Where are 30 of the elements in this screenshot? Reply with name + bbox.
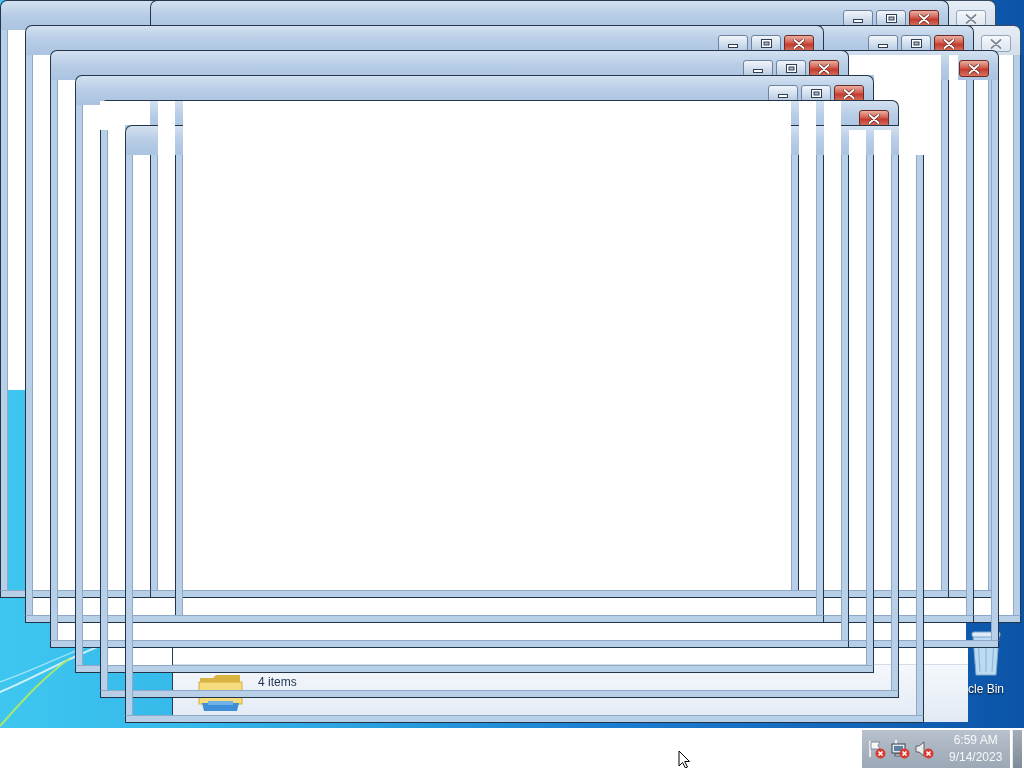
flag-with-error-icon[interactable] [866, 739, 886, 759]
close-icon [990, 38, 1002, 49]
minimize-icon [853, 19, 863, 23]
close-button[interactable] [959, 60, 989, 77]
item-count: 4 items [258, 675, 297, 689]
close-icon [965, 13, 977, 24]
close-icon [868, 113, 880, 124]
blank-window-area [158, 101, 175, 155]
close-icon [968, 63, 980, 74]
minimize-icon [778, 94, 788, 98]
maximize-icon [885, 14, 897, 23]
close-button[interactable] [956, 10, 986, 27]
close-icon [793, 38, 805, 49]
close-button[interactable] [981, 35, 1011, 52]
minimize-icon [728, 44, 738, 48]
minimize-icon [878, 44, 888, 48]
close-icon [943, 38, 955, 49]
maximize-icon [910, 39, 922, 48]
close-icon [918, 13, 930, 24]
maximize-icon [760, 39, 772, 48]
close-icon [843, 88, 855, 99]
blank-window-area [949, 55, 958, 82]
maximize-icon [810, 89, 822, 98]
speaker-muted-icon[interactable] [914, 739, 934, 759]
close-icon [818, 63, 830, 74]
blank-window-area [125, 101, 150, 125]
minimize-icon [753, 69, 763, 73]
network-with-error-icon[interactable] [890, 739, 910, 759]
show-desktop-button[interactable] [1012, 730, 1022, 768]
maximize-icon [785, 64, 797, 73]
